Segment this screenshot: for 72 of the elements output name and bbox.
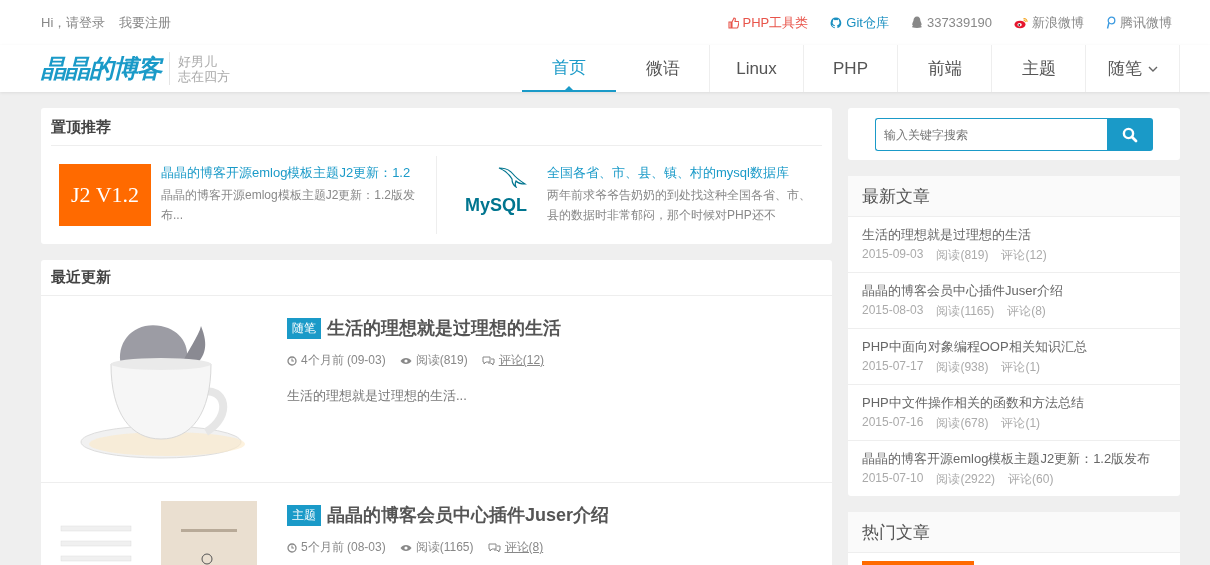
nav-tab[interactable]: 首页 [522,45,616,92]
post-date: 2015-07-17 [862,359,924,375]
eye-icon [399,356,412,365]
nav-tab[interactable]: 微语 [616,45,710,92]
site-slogan: 志在四方 [178,68,230,84]
top-link[interactable]: Git仓库 [830,13,889,32]
post-date: 2015-07-10 [862,471,924,487]
post-title[interactable]: 生活的理想就是过理想的生活 [327,316,561,340]
top-link[interactable]: 腾讯微博 [1106,13,1172,32]
view-count: 阅读(2922) [936,471,996,488]
github-icon [830,16,843,29]
article-link[interactable]: 生活的理想就是过理想的生活 [862,226,1166,244]
search-button[interactable] [1107,118,1153,151]
view-count: 阅读(938) [936,359,989,376]
view-count: 阅读(819) [936,247,989,264]
weibo-icon [1014,16,1028,29]
comments-icon [481,355,495,366]
nav-tab[interactable]: PHP [804,45,898,92]
comment-count: 评论(12) [1001,247,1047,264]
post-date: 2015-07-16 [862,415,924,431]
post-date: 2015-08-03 [862,303,924,319]
eye-icon [399,543,412,552]
site-slogan: 好男儿 [178,53,218,69]
article-excerpt: 晶晶的博客开源emlog模板主题J2更新：1.2版发布... [161,187,417,224]
clock-icon [287,542,297,553]
view-count: 阅读(1165) [415,539,474,556]
top-link[interactable]: 新浪微博 [1014,13,1084,32]
comments-link[interactable]: 评论(8) [504,539,544,556]
section-title: 置顶推荐 [51,118,111,135]
comment-count: 评论(8) [1007,303,1046,320]
article-link[interactable]: 晶晶的博客开源emlog模板主题J2更新：1.2 [161,164,418,182]
comment-count: 评论(1) [1001,359,1041,376]
top-link[interactable]: PHP工具类 [727,13,809,32]
post-time: 5个月前 (08-03) [301,539,386,556]
comments-link[interactable]: 评论(12) [498,352,545,369]
view-count: 阅读(819) [415,352,468,369]
thumbs-up-icon [727,16,739,29]
section-title: 最近更新 [51,268,111,285]
site-logo[interactable]: 晶晶的博客 [41,52,170,85]
post-time: 4个月前 (09-03) [301,352,386,369]
article-link[interactable]: 晶晶的博客会员中心插件Juser介绍 [862,282,1166,300]
post-title[interactable]: 晶晶的博客会员中心插件Juser介绍 [327,503,610,527]
search-icon [1122,126,1138,143]
widget-title: 热门文章 [862,523,930,542]
comment-count: 评论(1) [1001,415,1041,432]
view-count: 阅读(678) [936,415,989,432]
category-tag[interactable]: 随笔 [287,317,321,339]
article-link[interactable]: PHP中面向对象编程OOP相关知识汇总 [862,338,1166,356]
clock-icon [287,355,297,366]
nav-tab[interactable]: 随笔 [1086,45,1180,92]
search-field[interactable]: 输入关键字搜索 [875,118,1107,151]
nav-tab[interactable]: Linux [710,45,804,92]
mysql-logo[interactable]: MySQL [455,164,537,226]
account-link[interactable]: 我要注册 [119,13,172,32]
comments-icon [487,542,501,553]
penguin-icon [910,16,923,29]
view-count: 阅读(1165) [936,303,995,320]
article-excerpt: 两年前求爷爷告奶奶的到处找这种全国各省、市、县的数据时非常郁闷，那个时候对PHP还不 [547,187,812,224]
tencent-weibo-icon [1106,16,1116,29]
top-link[interactable]: 337339190 [910,13,992,32]
comment-count: 评论(60) [1008,471,1054,488]
widget-title: 最新文章 [862,187,930,206]
post-excerpt: 生活的理想就是过理想的生活... [287,387,468,405]
article-link[interactable]: 全国各省、市、县、镇、村的mysql数据库 [547,164,814,182]
article-link[interactable]: PHP中文件操作相关的函数和方法总结 [862,394,1166,412]
account-link[interactable]: Hi，请登录 [41,13,106,32]
post-date: 2015-09-03 [862,247,924,263]
nav-tab[interactable]: 前端 [898,45,992,92]
article-thumbnail[interactable]: J2 V1.2 [59,164,151,226]
category-tag[interactable]: 主题 [287,504,321,526]
article-link[interactable]: 晶晶的博客开源emlog模板主题J2更新：1.2版发布 [862,450,1166,468]
nav-tab[interactable]: 主题 [992,45,1086,92]
